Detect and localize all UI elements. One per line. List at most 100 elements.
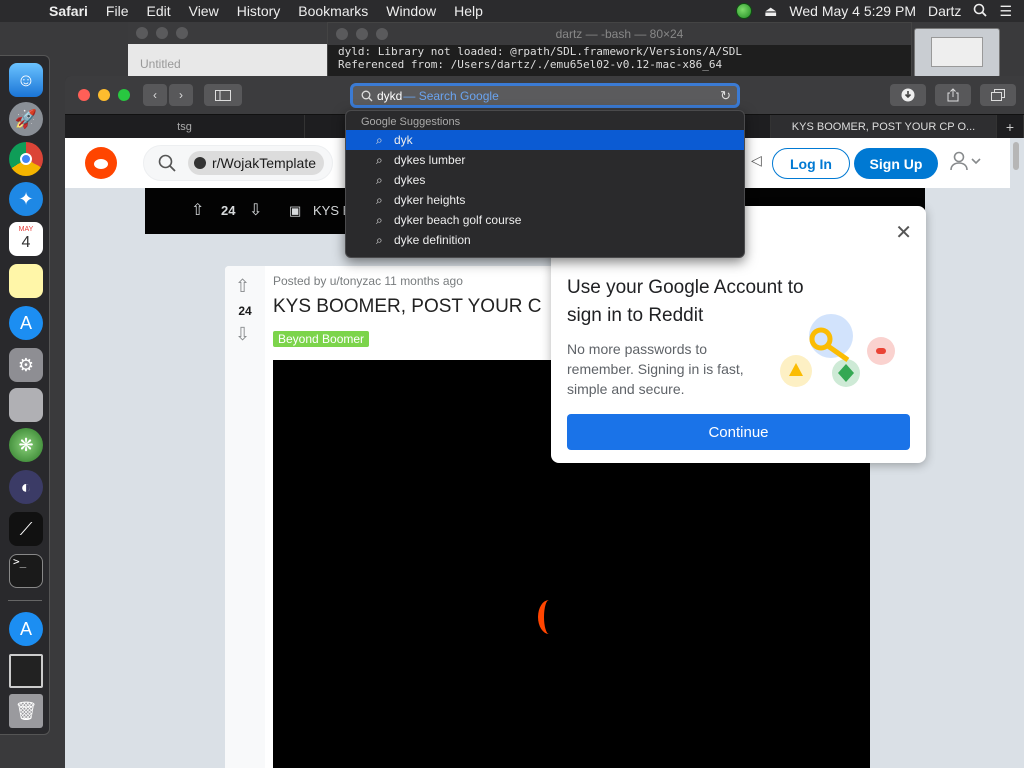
app-store-icon[interactable]: A: [9, 306, 43, 340]
notes-icon[interactable]: [9, 264, 43, 298]
window-stack-icon[interactable]: [9, 654, 43, 688]
address-search-hint: — Search Google: [403, 88, 499, 103]
terminal-line: dyld: Library not loaded: @rpath/SDL.fra…: [338, 45, 742, 58]
calendar-icon[interactable]: MAY 4: [9, 222, 43, 256]
forward-button[interactable]: ›: [169, 84, 193, 106]
menu-safari[interactable]: Safari: [40, 3, 97, 19]
disk-utility-icon[interactable]: [9, 388, 43, 422]
disk-drive-icon[interactable]: [914, 28, 1000, 78]
downloads-icon[interactable]: A: [9, 612, 43, 646]
menu-window[interactable]: Window: [377, 3, 445, 19]
calendar-month: MAY: [18, 226, 34, 233]
suggestion-item[interactable]: ⌕ dyker heights: [346, 190, 744, 210]
downloads-button[interactable]: [890, 84, 926, 106]
notification-center-icon[interactable]: ☰: [999, 3, 1012, 20]
chrome-icon[interactable]: [9, 142, 43, 176]
close-dot-icon[interactable]: [136, 27, 148, 39]
user-name[interactable]: Dartz: [928, 3, 961, 19]
signup-button[interactable]: Sign Up: [854, 148, 938, 179]
menu-bar: Safari File Edit View History Bookmarks …: [0, 0, 1024, 22]
tab-tsg[interactable]: tsg: [65, 115, 305, 139]
suggestions-header: Google Suggestions: [361, 116, 461, 128]
menu-edit[interactable]: Edit: [137, 3, 179, 19]
downvote-icon[interactable]: ⇩: [249, 200, 262, 220]
dock-separator: [8, 600, 42, 601]
suggestion-item[interactable]: ⌕ dyker beach golf course: [346, 210, 744, 230]
clock[interactable]: Wed May 4 5:29 PM: [789, 3, 916, 19]
search-icon: ⌕: [376, 152, 383, 167]
minimize-dot-icon[interactable]: [156, 27, 168, 39]
emulator-app-icon[interactable]: ❋: [9, 428, 43, 462]
vote-column: ⇧ 24 ⇩: [225, 266, 265, 768]
console-icon[interactable]: ⟋: [9, 512, 43, 546]
suggestion-text: dykes: [394, 173, 426, 187]
menu-help[interactable]: Help: [445, 3, 492, 19]
continue-button[interactable]: Continue: [567, 414, 910, 450]
suggestion-item[interactable]: ⌕ dyk: [346, 130, 744, 150]
system-preferences-icon[interactable]: ⚙: [9, 348, 43, 382]
post-meta: Posted by u/tonyzac 11 months ago: [273, 274, 463, 288]
suggestion-text: dyker heights: [394, 193, 466, 207]
suggestion-item[interactable]: ⌕ dykes: [346, 170, 744, 190]
safari-icon[interactable]: ✦: [9, 182, 43, 216]
suggestion-text: dyk: [394, 133, 413, 147]
menu-history[interactable]: History: [228, 3, 290, 19]
launchpad-icon[interactable]: 🚀: [9, 102, 43, 136]
search-icon: ⌕: [376, 172, 383, 187]
status-indicator-icon[interactable]: [736, 3, 753, 19]
window-titlebar: dartz — -bash — 80×24: [328, 23, 911, 45]
subreddit-chip[interactable]: r/WojakTemplate: [188, 151, 325, 175]
search-icon: ⌕: [376, 192, 383, 207]
menu-bookmarks[interactable]: Bookmarks: [289, 3, 377, 19]
suggestion-item[interactable]: ⌕ dykes lumber: [346, 150, 744, 170]
background-window-terminal[interactable]: dartz — -bash — 80×24 dyld: Library not …: [327, 22, 912, 78]
zoom-button[interactable]: [118, 89, 130, 101]
subreddit-name: r/WojakTemplate: [212, 155, 317, 171]
address-bar[interactable]: dykd — Search Google ↻: [350, 83, 740, 108]
megaphone-icon[interactable]: ◁: [751, 152, 762, 169]
search-icon: ⌕: [376, 232, 383, 247]
login-button[interactable]: Log In: [772, 148, 850, 179]
zoom-dot-icon[interactable]: [176, 27, 188, 39]
scrollbar-thumb[interactable]: [1013, 142, 1019, 170]
menu-file[interactable]: File: [97, 3, 138, 19]
reload-icon[interactable]: ↻: [720, 88, 731, 104]
post-flair[interactable]: Beyond Boomer: [273, 331, 370, 347]
popup-description: No more passwords to remember. Signing i…: [567, 341, 744, 397]
close-button[interactable]: [78, 89, 90, 101]
suggestion-item[interactable]: ⌕ dyke definition: [346, 230, 744, 250]
search-suggestions-dropdown: Google Suggestions ⌕ dyk ⌕ dykes lumber …: [345, 110, 745, 258]
menu-view[interactable]: View: [180, 3, 228, 19]
spotlight-icon[interactable]: [973, 3, 988, 20]
upvote-icon[interactable]: ⇧: [235, 276, 250, 297]
finder-icon[interactable]: ☺: [9, 63, 43, 97]
close-icon[interactable]: ✕: [895, 220, 912, 245]
torrent-client-icon[interactable]: ◐: [9, 470, 43, 504]
search-icon: [361, 90, 373, 101]
minimize-button[interactable]: [98, 89, 110, 101]
new-tab-button[interactable]: +: [997, 115, 1024, 139]
downvote-icon[interactable]: ⇩: [235, 324, 250, 345]
share-button[interactable]: [935, 84, 971, 106]
user-menu-icon[interactable]: [950, 151, 982, 176]
key-illustration-icon: [780, 314, 895, 387]
terminal-icon[interactable]: >_: [9, 554, 43, 588]
eject-icon[interactable]: ⏏: [764, 3, 777, 20]
background-window-untitled[interactable]: Untitled: [128, 22, 333, 78]
vote-count: 24: [221, 203, 236, 218]
reddit-logo-icon[interactable]: [85, 147, 117, 179]
calendar-day: 4: [21, 234, 31, 251]
address-typed-text: dykd: [377, 88, 403, 103]
back-button[interactable]: ‹: [143, 84, 167, 106]
post-title[interactable]: KYS BOOMER, POST YOUR CP O: [273, 296, 543, 318]
safari-window: ‹ › dykd — Search Google ↻ tsg KYS BOOME…: [65, 76, 1024, 768]
tab-overview-button[interactable]: [980, 84, 1016, 106]
trash-icon[interactable]: 🗑: [9, 694, 43, 728]
suggestion-text: dyke definition: [394, 233, 471, 247]
sidebar-toggle-button[interactable]: [204, 84, 242, 106]
search-icon: ⌕: [376, 212, 383, 227]
reddit-search-box[interactable]: r/WojakTemplate: [143, 145, 333, 181]
tab-kys-boomer[interactable]: KYS BOOMER, POST YOUR CP O...: [771, 115, 997, 139]
upvote-icon[interactable]: ⇧: [191, 200, 204, 220]
video-icon: ▣: [289, 203, 302, 218]
